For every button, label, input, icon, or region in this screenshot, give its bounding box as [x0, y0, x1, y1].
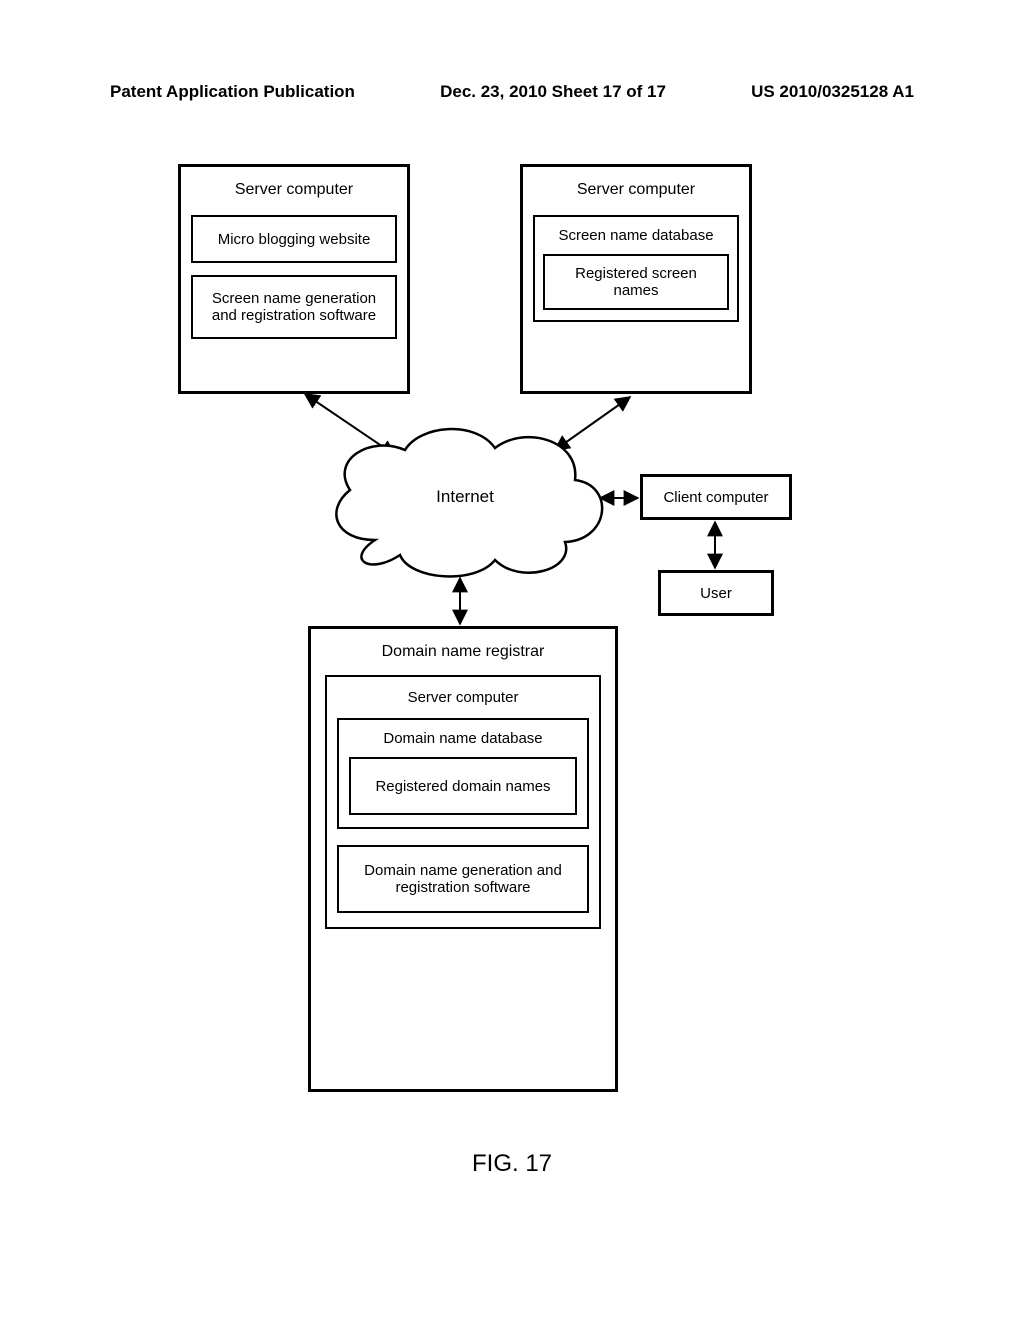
server-b-inner: Registered screen names — [551, 265, 721, 299]
header-date: Dec. 23, 2010 Sheet 17 of 17 — [440, 82, 666, 102]
server-a-title: Server computer — [191, 181, 397, 199]
registrar-inner: Registered domain names — [375, 778, 550, 795]
registrar-inner-box: Registered domain names — [349, 757, 577, 815]
registrar-server-box: Server computer Domain name database Reg… — [325, 675, 601, 929]
registrar-server: Server computer — [337, 689, 589, 706]
server-a-box: Server computer Micro blogging website S… — [178, 164, 410, 394]
user-box: User — [658, 570, 774, 616]
header-left: Patent Application Publication — [110, 82, 355, 102]
server-a-website-box: Micro blogging website — [191, 215, 397, 263]
server-b-title: Server computer — [533, 181, 739, 199]
registrar-sw: Domain name generation and registration … — [345, 862, 581, 896]
server-b-box: Server computer Screen name database Reg… — [520, 164, 752, 394]
client-computer-box: Client computer — [640, 474, 792, 520]
server-b-db-box: Screen name database Registered screen n… — [533, 215, 739, 322]
header-line: Patent Application Publication Dec. 23, … — [0, 82, 1024, 102]
registrar-db-box: Domain name database Registered domain n… — [337, 718, 589, 829]
server-b-inner-box: Registered screen names — [543, 254, 729, 310]
user-label: User — [700, 585, 732, 602]
server-a-software: Screen name generation and registration … — [199, 290, 389, 324]
server-a-software-box: Screen name generation and registration … — [191, 275, 397, 339]
header-right: US 2010/0325128 A1 — [751, 82, 914, 102]
registrar-db: Domain name database — [349, 730, 577, 747]
registrar-title: Domain name registrar — [325, 643, 601, 661]
client-computer: Client computer — [663, 489, 768, 506]
server-a-website: Micro blogging website — [218, 231, 371, 248]
server-b-db: Screen name database — [543, 227, 729, 244]
internet-label: Internet — [315, 487, 615, 507]
figure-label: FIG. 17 — [0, 1150, 1024, 1178]
registrar-box: Domain name registrar Server computer Do… — [308, 626, 618, 1092]
registrar-sw-box: Domain name generation and registration … — [337, 845, 589, 913]
patent-figure-page: Patent Application Publication Dec. 23, … — [0, 0, 1024, 1320]
